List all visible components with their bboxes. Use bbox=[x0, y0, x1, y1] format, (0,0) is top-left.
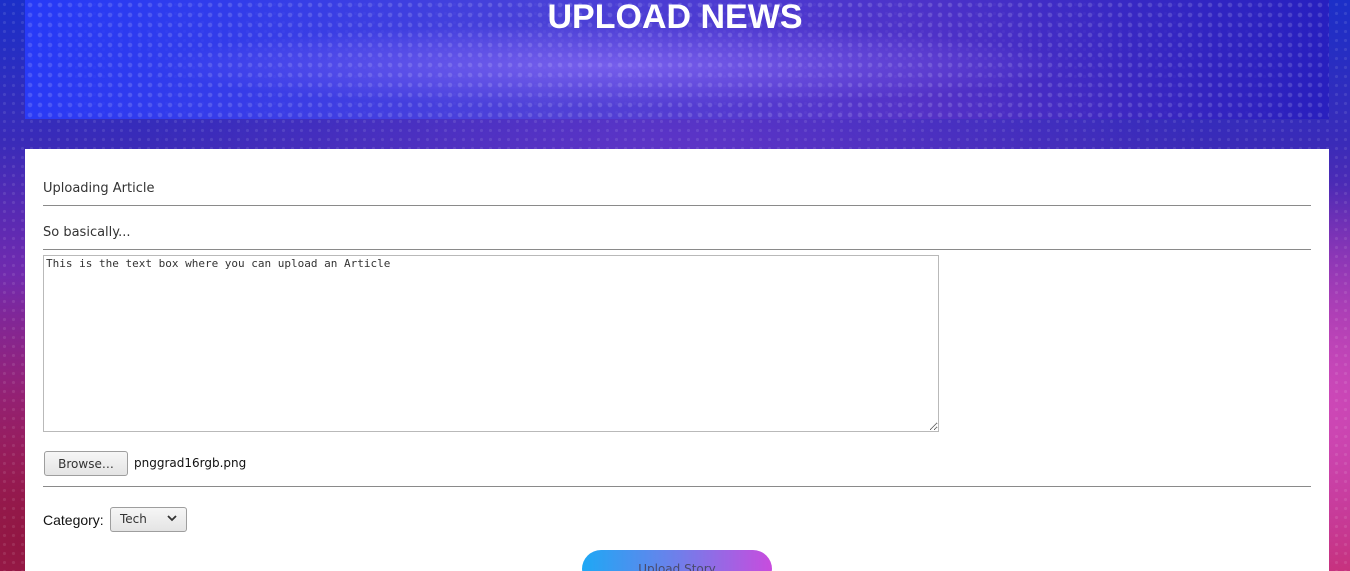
upload-form-card: Uploading Article So basically... This i… bbox=[25, 149, 1329, 571]
category-selected-value: Tech bbox=[120, 512, 147, 526]
article-subtitle: So basically... bbox=[43, 225, 131, 240]
category-label: Category: bbox=[43, 512, 104, 528]
divider bbox=[43, 249, 1311, 250]
section-title: Uploading Article bbox=[43, 181, 155, 196]
page-title: UPLOAD NEWS bbox=[547, 0, 803, 36]
divider bbox=[43, 205, 1311, 206]
chevron-down-icon bbox=[167, 515, 177, 522]
divider bbox=[43, 486, 1311, 487]
article-textarea[interactable]: This is the text box where you can uploa… bbox=[43, 255, 939, 432]
selected-file-name: pnggrad16rgb.png bbox=[134, 456, 247, 470]
browse-button[interactable]: Browse… bbox=[44, 451, 128, 476]
upload-story-button[interactable]: Upload Story bbox=[582, 550, 772, 571]
category-select[interactable]: Tech bbox=[110, 507, 187, 532]
